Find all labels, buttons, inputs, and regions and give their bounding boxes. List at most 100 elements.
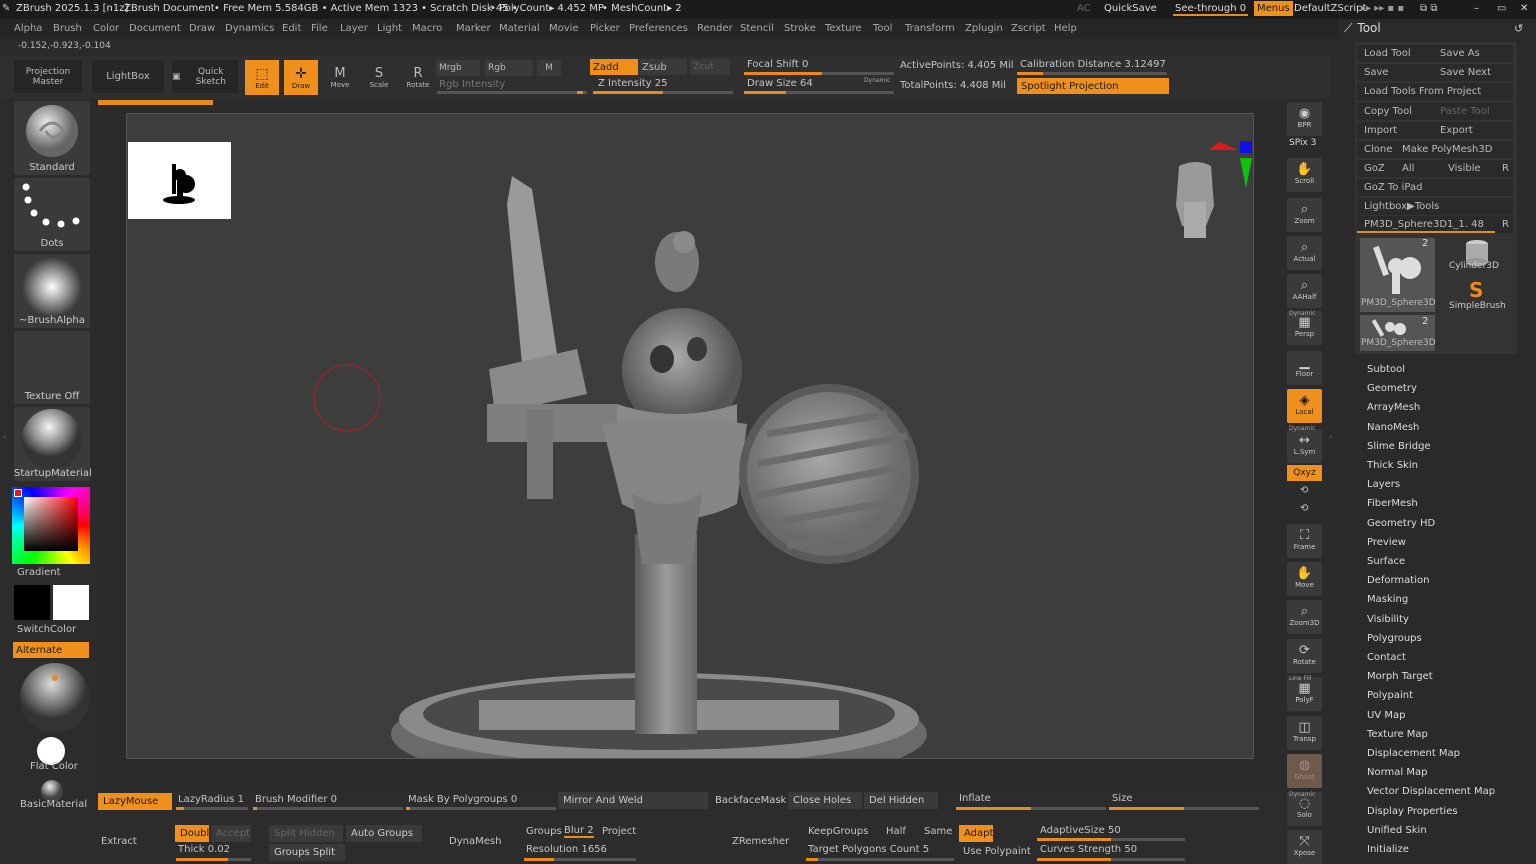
calibration-track[interactable]: [1017, 72, 1167, 75]
tool-thumb-sphere3d-2[interactable]: 2 PM3D_Sphere3D: [1360, 315, 1436, 351]
linefill-label[interactable]: Line Fill: [1289, 675, 1311, 682]
menu-edit[interactable]: Edit: [282, 23, 301, 34]
menu-picker[interactable]: Picker: [590, 23, 620, 34]
target-polygons-track[interactable]: [806, 858, 954, 861]
project-button[interactable]: Project: [602, 826, 636, 837]
mask-polygroups-track[interactable]: [406, 807, 556, 810]
accept-button[interactable]: Accept: [211, 825, 251, 842]
same-button[interactable]: Same: [924, 826, 952, 837]
blur-slider[interactable]: Blur 2: [564, 825, 594, 838]
minimize-icon[interactable]: –: [1474, 3, 1479, 14]
adapt-button[interactable]: Adapt: [959, 825, 993, 842]
inflate-track[interactable]: [956, 807, 1106, 810]
aahalf-button[interactable]: ⌕ AAHalf: [1287, 274, 1322, 308]
menu-macro[interactable]: Macro: [412, 23, 442, 34]
tool-menu-vector-displacement-map[interactable]: Vector Displacement Map: [1367, 786, 1495, 797]
split-hidden-button[interactable]: Split Hidden: [269, 825, 343, 842]
export-button[interactable]: Export: [1433, 122, 1513, 139]
thick-slider[interactable]: Thick 0.02: [178, 844, 230, 855]
goz-visible-button[interactable]: Visible: [1441, 160, 1495, 177]
edit-button[interactable]: ⬚ Edit: [245, 60, 279, 95]
tool-menu-surface[interactable]: Surface: [1367, 556, 1405, 567]
left-collapse-icon[interactable]: ‹: [3, 432, 8, 442]
viewport-canvas[interactable]: [126, 113, 1254, 759]
tool-menu-deformation[interactable]: Deformation: [1367, 575, 1429, 586]
stroke-dots-button[interactable]: Dots: [14, 178, 90, 251]
m-button[interactable]: M: [537, 60, 561, 76]
make-polymesh-button[interactable]: Make PolyMesh3D: [1395, 141, 1513, 158]
rotate-z-icon[interactable]: ⟲: [1300, 503, 1308, 514]
alpha-button[interactable]: ~BrushAlpha: [14, 254, 90, 328]
tool-menu-uv-map[interactable]: UV Map: [1367, 710, 1405, 721]
rotate-y-icon[interactable]: ⟲: [1300, 485, 1308, 496]
rotate-button[interactable]: R Rotate: [401, 60, 435, 95]
bpr-button[interactable]: ◉ BPR: [1287, 102, 1322, 136]
local-button[interactable]: ◈ Local: [1287, 389, 1322, 423]
tool-thumb-cylinder3d[interactable]: Cylinder3D: [1439, 238, 1515, 278]
spotlight-projection-button[interactable]: Spotlight Projection: [1017, 78, 1169, 94]
projection-master-button[interactable]: Projection Master: [14, 60, 82, 93]
tool-thumb-sphere3d[interactable]: 2 PM3D_Sphere3D: [1360, 238, 1436, 312]
tool-menu-displacement-map[interactable]: Displacement Map: [1367, 748, 1460, 759]
del-hidden-button[interactable]: Del Hidden: [864, 792, 938, 809]
floor-button[interactable]: ▁ Floor: [1287, 351, 1322, 385]
saturation-square[interactable]: [24, 497, 78, 551]
lazymouse-button[interactable]: LazyMouse: [98, 793, 172, 810]
lazyradius-track[interactable]: [176, 807, 248, 810]
rotate-view-button[interactable]: ⟳ Rotate: [1287, 639, 1322, 673]
tool-menu-layers[interactable]: Layers: [1367, 479, 1400, 490]
lazyradius-slider[interactable]: LazyRadius 1: [178, 794, 244, 805]
extract-button[interactable]: Extract: [101, 836, 137, 847]
tool-menu-polypaint[interactable]: Polypaint: [1367, 690, 1413, 701]
rgb-button[interactable]: Rgb: [485, 60, 533, 76]
save-next-button[interactable]: Save Next: [1433, 64, 1513, 81]
resolution-slider[interactable]: Resolution 1656: [526, 844, 607, 855]
rgb-intensity-slider[interactable]: Rgb Intensity: [439, 79, 505, 90]
alternate-button[interactable]: Alternate: [13, 642, 89, 658]
focal-shift-slider[interactable]: Focal Shift 0: [747, 59, 808, 70]
curves-strength-slider[interactable]: Curves Strength 50: [1040, 844, 1137, 855]
move-view-button[interactable]: ✋ Move: [1287, 562, 1322, 596]
menu-zplugin[interactable]: Zplugin: [965, 23, 1003, 34]
adaptive-size-slider[interactable]: AdaptiveSize 50: [1040, 825, 1121, 836]
groups-split-button[interactable]: Groups Split: [269, 844, 345, 861]
tool-menu-slime-bridge[interactable]: Slime Bridge: [1367, 441, 1431, 452]
zoom-button[interactable]: ⌕ Zoom: [1287, 198, 1322, 232]
tool-menu-fibermesh[interactable]: FiberMesh: [1367, 498, 1418, 509]
groups-button[interactable]: Groups: [526, 826, 562, 837]
lsym-button[interactable]: ↔ L.Sym: [1287, 429, 1322, 463]
import-button[interactable]: Import: [1357, 122, 1433, 139]
polyf-button[interactable]: ▦ PolyF: [1287, 677, 1322, 711]
inflate-slider[interactable]: Inflate: [959, 793, 991, 804]
goz-all-button[interactable]: All: [1395, 160, 1441, 177]
menu-preferences[interactable]: Preferences: [629, 23, 688, 34]
tool-menu-texture-map[interactable]: Texture Map: [1367, 729, 1428, 740]
menu-dynamics[interactable]: Dynamics: [225, 23, 274, 34]
default-zscript-button[interactable]: DefaultZScript: [1294, 3, 1366, 14]
zoom3d-button[interactable]: ⌕ Zoom3D: [1287, 600, 1322, 634]
dynamic-solo-label[interactable]: Dynamic: [1289, 791, 1315, 798]
brush-modifier-track[interactable]: [253, 807, 403, 810]
texture-button[interactable]: Texture Off: [14, 331, 90, 404]
actual-button[interactable]: ⌕ Actual: [1287, 236, 1322, 270]
goz-to-ipad-button[interactable]: GoZ To iPad: [1357, 179, 1513, 196]
clone-button[interactable]: Clone: [1357, 141, 1395, 158]
tool-menu-polygroups[interactable]: Polygroups: [1367, 633, 1422, 644]
xpose-button[interactable]: ⤧ Xpose: [1287, 830, 1322, 864]
lightbox-button[interactable]: LightBox: [92, 60, 164, 93]
menu-document[interactable]: Document: [129, 23, 181, 34]
restore-icon[interactable]: ▭: [1497, 3, 1506, 14]
tool-menu-normal-map[interactable]: Normal Map: [1367, 767, 1427, 778]
menu-movie[interactable]: Movie: [549, 23, 579, 34]
close-icon[interactable]: ✕: [1520, 3, 1528, 14]
zremesher-button[interactable]: ZRemesher: [732, 836, 789, 847]
mask-polygroups-slider[interactable]: Mask By Polygroups 0: [408, 794, 517, 805]
tool-thumb-simplebrush[interactable]: S SimpleBrush: [1439, 278, 1515, 314]
menu-render[interactable]: Render: [697, 23, 733, 34]
brush-modifier-slider[interactable]: Brush Modifier 0: [255, 794, 337, 805]
save-as-button[interactable]: Save As: [1433, 45, 1513, 62]
draw-size-slider[interactable]: Draw Size 64: [747, 78, 813, 89]
paste-tool-button[interactable]: Paste Tool: [1433, 103, 1513, 120]
tool-menu-subtool[interactable]: Subtool: [1367, 364, 1405, 375]
ghost-button[interactable]: ◍ Ghost: [1287, 754, 1322, 788]
